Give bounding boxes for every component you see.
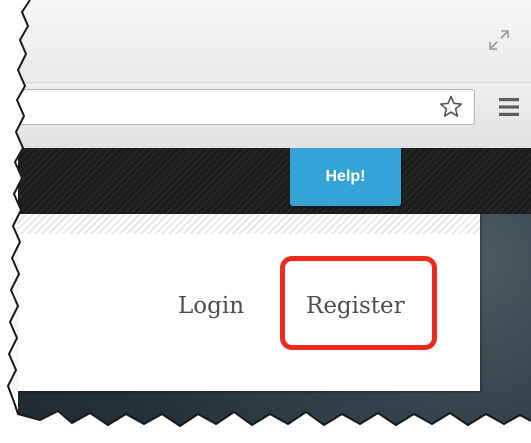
url-input[interactable] (18, 90, 434, 124)
address-bar[interactable] (18, 89, 475, 125)
help-button[interactable]: Help! (290, 148, 401, 206)
browser-title-bar (18, 0, 531, 82)
login-link[interactable]: Login (178, 293, 244, 319)
browser-toolbar (18, 82, 531, 149)
bookmark-star-icon[interactable] (438, 94, 464, 120)
header-stripe (18, 214, 480, 234)
site-header-bar (18, 148, 531, 214)
screenshot-stage: Help! Login Register (0, 0, 531, 443)
menu-icon[interactable] (498, 97, 520, 117)
register-highlight-box (280, 256, 437, 350)
restore-icon[interactable] (487, 28, 511, 52)
